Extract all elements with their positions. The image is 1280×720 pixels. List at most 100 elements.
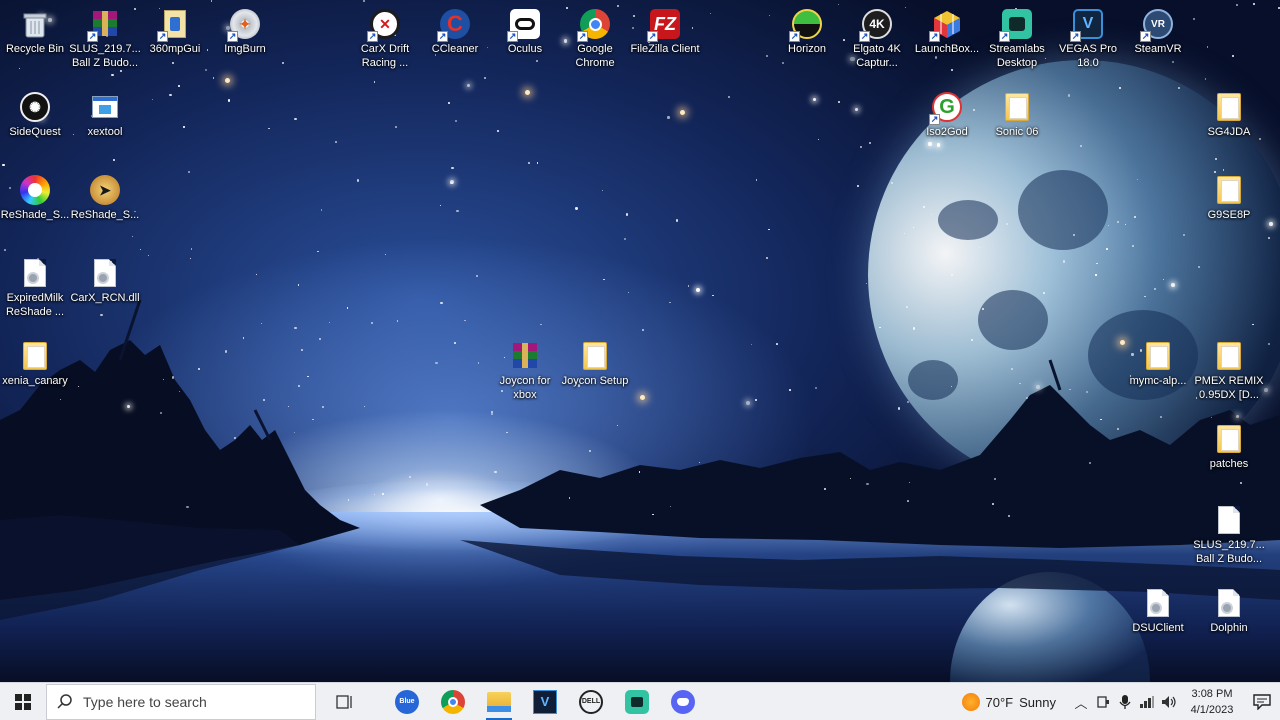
desktop-icon-label: ReShade_S... [70, 209, 140, 221]
desktop-icon-sg4jda[interactable]: SG4JDA [1193, 85, 1265, 157]
taskbar-app-vegas[interactable]: V [522, 683, 568, 720]
desktop-icon-elgato[interactable]: 4K ↗ Elgato 4K Captur... [841, 2, 913, 74]
star [456, 209, 459, 213]
taskbar-app-dell[interactable]: DELL [568, 683, 614, 720]
star [1062, 260, 1065, 263]
taskbar-app-chrome[interactable] [430, 683, 476, 720]
desktop-icon-label: CCleaner [431, 43, 479, 55]
desktop-icon-filezilla[interactable]: FZ ↗ FileZilla Client [629, 2, 701, 74]
desktop-icon-xenia-canary[interactable]: xenia_canary [0, 334, 71, 406]
desktop-icon-reshade-1[interactable]: ReShade_S... [0, 168, 71, 240]
desktop-icon-g9se8p[interactable]: G9SE8P [1193, 168, 1265, 240]
star [287, 405, 290, 407]
desktop-wallpaper [0, 0, 1280, 682]
star [484, 77, 486, 79]
volume-icon[interactable] [1158, 683, 1180, 720]
desktop-icon-vegas-pro[interactable]: V ↗ VEGAS Pro 18.0 [1052, 2, 1124, 74]
star [328, 322, 330, 324]
notification-center-button[interactable] [1244, 683, 1280, 720]
show-hidden-icons-button[interactable]: ︿ [1070, 683, 1092, 720]
desktop-icon-expiredmilk[interactable]: ExpiredMilk ReShade ... [0, 251, 71, 323]
system-tray: 70°F Sunny ︿ 3:08 PM 4/1/2023 [961, 683, 1280, 720]
desktop-icon-horizon[interactable]: ↗ Horizon [771, 2, 843, 74]
desktop-icon-chrome[interactable]: ↗ Google Chrome [559, 2, 631, 74]
taskbar-app-file-explorer[interactable] [476, 683, 522, 720]
star [978, 246, 981, 249]
taskbar-app-bluestacks[interactable]: Blue [384, 683, 430, 720]
desktop-icon-imgburn[interactable]: ✦ ↗ ImgBurn [209, 2, 281, 74]
star [1124, 223, 1127, 225]
desktop-icon-xextool[interactable]: xextool [69, 85, 141, 157]
desktop-icon-label: ReShade_S... [0, 209, 70, 221]
desktop-icon-streamlabs[interactable]: ↗ Streamlabs Desktop [981, 2, 1053, 74]
desktop-icon-label: LaunchBox... [914, 43, 980, 55]
desktop-icon-label: SideQuest [9, 126, 61, 138]
launchbox-icon: ↗ [929, 8, 963, 42]
star [1204, 78, 1206, 80]
desktop-icon-reshade-2[interactable]: ➤ ReShade_S... [69, 168, 141, 240]
star [294, 117, 297, 120]
star [1236, 4, 1238, 6]
desktop-icon-dsuclient[interactable]: DSUClient [1122, 581, 1194, 653]
desktop-icon-recycle-bin[interactable]: Recycle Bin [0, 2, 71, 74]
desktop-icon-patches[interactable]: patches [1193, 417, 1265, 489]
desktop-icon-dolphin[interactable]: Dolphin [1193, 581, 1265, 653]
dell-icon: DELL [579, 689, 603, 714]
settings-file-icon [1142, 587, 1174, 619]
desktop-icon-ccleaner[interactable]: C ↗ CCleaner [419, 2, 491, 74]
desktop-icon-label: Recycle Bin [5, 43, 65, 55]
desktop-icon-sonic-06[interactable]: Sonic 06 [981, 85, 1053, 157]
star [776, 343, 778, 345]
taskbar-app-streamlabs[interactable] [614, 683, 660, 720]
desktop-icon-oculus[interactable]: ↗ Oculus [489, 2, 561, 74]
desktop-icon-sidequest[interactable]: ✺ SideQuest [0, 85, 71, 157]
star [183, 126, 185, 128]
start-button[interactable] [0, 683, 46, 720]
desktop-icon-mymc[interactable]: mymc-alp... [1122, 334, 1194, 406]
desktop-icon-joycon-for-xbox[interactable]: Joycon for xbox [489, 334, 561, 406]
star [224, 350, 227, 353]
desktop-icon-slus-file[interactable]: SLUS_219.7... Ball Z Budo... [1193, 498, 1265, 570]
star [755, 179, 757, 181]
desktop-icon-360mpgui[interactable]: ↗ 360mpGui [139, 2, 211, 74]
dll-file-icon [89, 257, 121, 289]
desktop-icon-pmex-remix[interactable]: PMEX REMIX 0.95DX [D... [1193, 334, 1265, 406]
desktop-icon-carx[interactable]: ✕ ↗ CarX Drift Racing ... [349, 2, 421, 74]
network-icon[interactable] [1136, 683, 1158, 720]
star [638, 471, 641, 474]
desktop-icon-joycon-setup[interactable]: Joycon Setup [559, 334, 631, 406]
desktop-icon-carx-dll[interactable]: CarX_RCN.dll [69, 251, 141, 323]
star [669, 505, 671, 507]
desktop-icon-slus-archive[interactable]: ↗ SLUS_219.7... Ball Z Budo... [69, 2, 141, 74]
star [971, 339, 973, 341]
star [528, 162, 530, 165]
desktop-icon-label: Joycon Setup [561, 375, 629, 387]
desktop-icon-steamvr[interactable]: VR ↗ SteamVR [1122, 2, 1194, 74]
desktop-icon-label: SteamVR [1134, 43, 1182, 55]
star [151, 98, 153, 100]
vegas-icon: V ↗ [1070, 8, 1104, 42]
microphone-icon[interactable] [1114, 683, 1136, 720]
filezilla-icon: FZ ↗ [647, 8, 681, 42]
folder-icon [1001, 91, 1033, 123]
star [186, 505, 189, 508]
vegas-icon: V [533, 689, 557, 714]
taskbar-clock[interactable]: 3:08 PM 4/1/2023 [1180, 686, 1244, 718]
weather-widget[interactable]: 70°F Sunny [961, 693, 1056, 711]
desktop-icon-launchbox[interactable]: ↗ LaunchBox... [911, 2, 983, 74]
meet-now-icon[interactable] [1092, 683, 1114, 720]
star [1170, 283, 1175, 288]
star [1183, 233, 1186, 236]
star [162, 378, 164, 380]
desktop-icon-iso2god[interactable]: G ↗ Iso2God [911, 85, 983, 157]
star [1215, 157, 1218, 160]
taskbar-search-box[interactable] [46, 683, 316, 720]
search-input[interactable] [83, 693, 303, 710]
star [370, 322, 373, 324]
taskbar-app-discord[interactable] [660, 683, 706, 720]
star [1253, 2, 1256, 5]
task-view-button[interactable] [322, 683, 368, 720]
star [262, 399, 265, 401]
desktop-icon-label: ExpiredMilk ReShade ... [5, 292, 65, 318]
star [912, 227, 914, 229]
